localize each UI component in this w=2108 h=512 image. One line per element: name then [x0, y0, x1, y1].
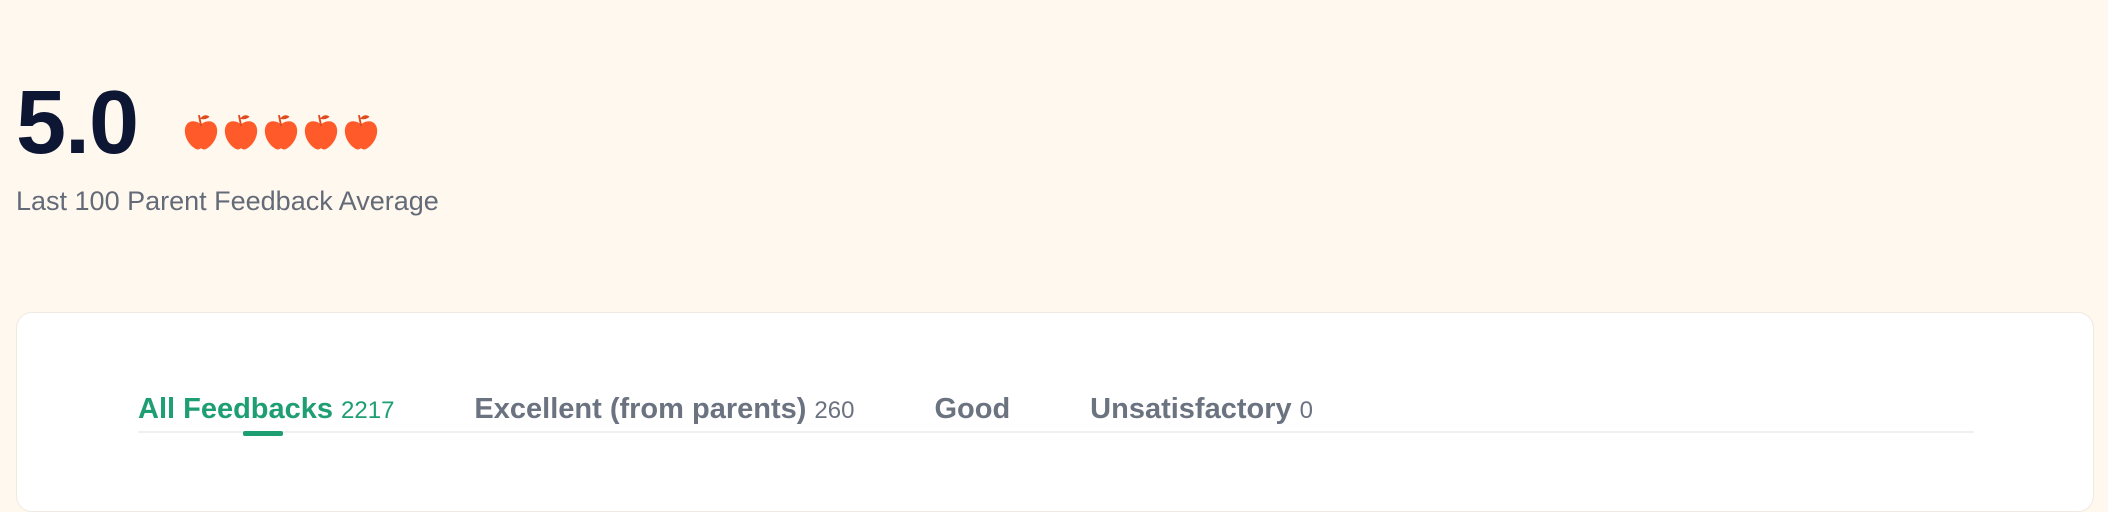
feedback-panel: All Feedbacks 2217 Excellent (from paren… — [16, 312, 2094, 512]
rating-subtitle: Last 100 Parent Feedback Average — [16, 186, 439, 216]
tab-label: Unsatisfactory — [1090, 393, 1292, 425]
apple-icon — [184, 114, 218, 150]
tab-label: Good — [934, 393, 1011, 425]
tab-label: Excellent (from parents) — [474, 393, 807, 425]
tab-count: 2217 — [341, 397, 395, 424]
tab-count: 260 — [814, 397, 855, 424]
apple-icon — [224, 114, 258, 150]
tab-count: 0 — [1299, 397, 1313, 424]
tab-label: All Feedbacks — [138, 393, 334, 425]
tab-good[interactable]: Good — [934, 393, 1010, 431]
tab-unsatisfactory[interactable]: Unsatisfactory 0 — [1090, 393, 1313, 431]
apple-icon — [344, 114, 378, 150]
average-score: 5.0 — [16, 73, 139, 173]
active-tab-indicator — [243, 431, 283, 436]
apple-icon — [264, 114, 298, 150]
tab-all-feedbacks[interactable]: All Feedbacks 2217 — [138, 393, 395, 436]
rating-summary: 5.0 Last 100 Parent Feedback Average — [16, 78, 439, 217]
apple-rating — [182, 111, 382, 153]
apple-icon — [304, 114, 338, 150]
score-row: 5.0 — [16, 78, 439, 168]
tab-excellent[interactable]: Excellent (from parents) 260 — [474, 393, 854, 431]
feedback-tabs: All Feedbacks 2217 Excellent (from paren… — [138, 393, 1974, 436]
